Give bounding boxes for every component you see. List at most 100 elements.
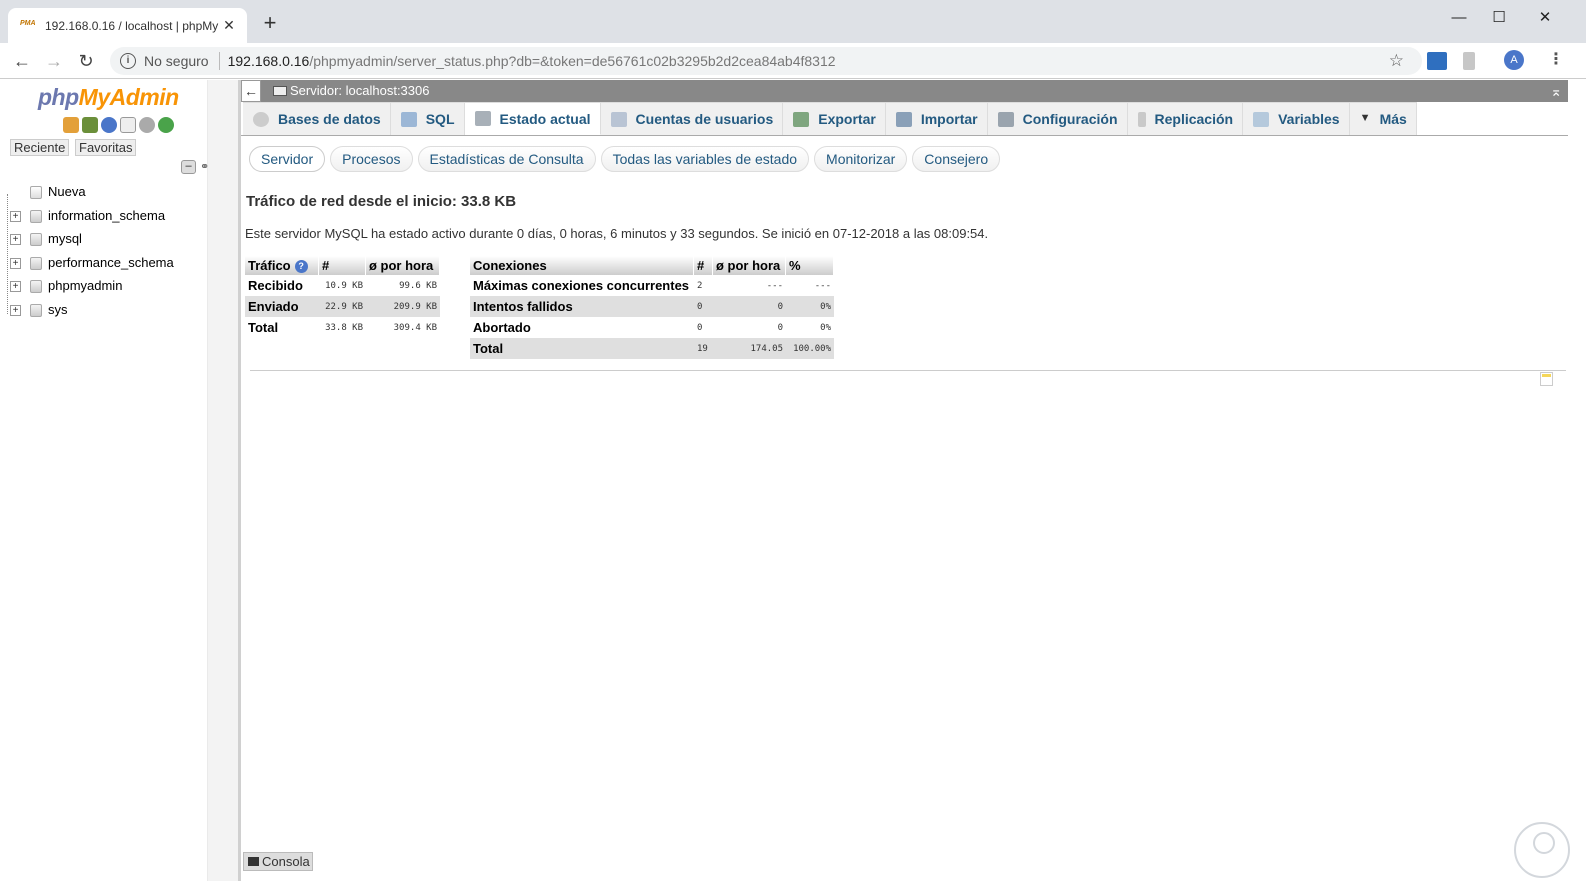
tree-item-label[interactable]: mysql — [48, 231, 82, 246]
settings-gear-icon[interactable] — [139, 117, 155, 133]
tab-sql[interactable]: SQL — [390, 102, 465, 135]
column-header: # — [319, 256, 366, 275]
tree-item-label[interactable]: information_schema — [48, 208, 165, 223]
tab-settings[interactable]: Configuración — [987, 102, 1128, 135]
console-label: Consola — [262, 854, 310, 869]
cell-value: 19 — [694, 338, 713, 359]
cell-value: 0 — [694, 296, 713, 317]
tab-user-accounts[interactable]: Cuentas de usuarios — [600, 102, 784, 135]
tab-status[interactable]: Estado actual — [464, 102, 601, 135]
status-icon — [474, 111, 491, 126]
link-with-main-panel-icon[interactable]: ⚭ — [200, 161, 214, 173]
cell-value: 0 — [694, 317, 713, 338]
collapse-all-icon[interactable]: – — [181, 160, 196, 174]
close-window-button[interactable]: ✕ — [1522, 4, 1568, 32]
phpmyadmin-logo[interactable]: phpMyAdmin — [38, 84, 179, 111]
subtab-server[interactable]: Servidor — [249, 146, 326, 172]
tab-more[interactable]: ▼ Más — [1349, 102, 1417, 135]
back-button[interactable]: ← — [9, 48, 35, 74]
table-row: Total 33.8 KB 309.4 KB — [245, 317, 440, 338]
expand-icon[interactable]: + — [10, 234, 21, 245]
tab-databases[interactable]: Bases de datos — [243, 102, 391, 135]
tree-item-database[interactable]: + information_schema — [8, 204, 198, 228]
subtab-all-status-variables[interactable]: Todas las variables de estado — [600, 146, 810, 172]
help-icon[interactable] — [101, 117, 117, 133]
subtab-monitor[interactable]: Monitorizar — [814, 146, 908, 172]
cell-value: 33.8 KB — [319, 317, 366, 338]
recent-tab[interactable]: Reciente — [10, 139, 70, 156]
divider — [218, 52, 220, 70]
connections-table: Conexiones # ø por hora % Máximas conexi… — [470, 256, 834, 359]
favorites-tab[interactable]: Favoritas — [75, 139, 137, 156]
new-tab-button[interactable]: + — [258, 11, 282, 35]
expand-icon[interactable]: + — [10, 304, 21, 316]
tree-item-database[interactable]: + sys — [8, 298, 198, 322]
close-tab-icon[interactable]: ✕ — [221, 17, 237, 34]
column-header: % — [786, 256, 834, 275]
notes-icon[interactable] — [1540, 372, 1553, 386]
watermark-logo — [1514, 822, 1570, 878]
cell-value: --- — [786, 275, 834, 296]
server-label[interactable]: Servidor: localhost:3306 — [290, 80, 429, 102]
column-header: ø por hora — [366, 256, 440, 275]
logout-icon[interactable] — [82, 117, 98, 133]
expand-icon[interactable]: + — [10, 257, 21, 269]
info-icon[interactable]: i — [120, 53, 136, 69]
replication-icon — [1137, 111, 1146, 127]
forward-button[interactable]: → — [41, 48, 67, 74]
column-header: Tráfico? — [245, 256, 319, 275]
browser-tab[interactable]: PMA 192.168.0.16 / localhost | phpMy ✕ — [8, 8, 247, 43]
cell-value: 99.6 KB — [366, 275, 440, 296]
maximize-window-button[interactable]: ☐ — [1476, 4, 1522, 32]
tree-item-label[interactable]: sys — [48, 302, 68, 317]
cell-value: 0 — [713, 296, 786, 317]
tree-item-database[interactable]: + performance_schema — [8, 251, 198, 275]
subtab-query-statistics[interactable]: Estadísticas de Consulta — [417, 146, 596, 172]
browser-menu-icon[interactable]: ⋮ — [1548, 49, 1564, 71]
tab-variables[interactable]: Variables — [1243, 102, 1350, 135]
tree-item-new[interactable]: Nueva — [8, 180, 198, 204]
docs-icon[interactable] — [120, 117, 136, 133]
url-host[interactable]: 192.168.0.16 — [228, 53, 310, 69]
console-toggle-button[interactable]: Consola — [243, 852, 313, 871]
server-breadcrumb[interactable]: Servidor: localhost:3306 — [273, 80, 429, 102]
collapse-top-icon[interactable]: ⌅ — [1550, 80, 1562, 102]
subtab-processes[interactable]: Procesos — [330, 146, 413, 172]
navigation-divider[interactable] — [238, 80, 241, 881]
table-row: Total 19 174.05 100.00% — [470, 338, 834, 359]
navigation-resizer[interactable] — [207, 80, 240, 881]
column-header: Conexiones — [470, 256, 694, 275]
tree-item-label[interactable]: phpmyadmin — [48, 278, 122, 293]
collapse-navigation-button[interactable]: ← — [241, 80, 261, 102]
home-icon[interactable] — [63, 117, 79, 133]
tree-item-database[interactable]: + mysql — [8, 227, 198, 251]
tree-item-label[interactable]: Nueva — [48, 184, 86, 199]
row-label: Recibido — [245, 275, 319, 296]
tree-item-database[interactable]: + phpmyadmin — [8, 274, 198, 298]
sql-icon — [400, 111, 417, 127]
cast-extension-icon[interactable] — [1427, 52, 1447, 70]
reload-navigation-icon[interactable] — [158, 117, 174, 133]
url-path[interactable]: /phpmyadmin/server_status.php?db=&token=… — [309, 53, 835, 69]
help-icon[interactable]: ? — [294, 260, 308, 274]
database-icon — [30, 233, 42, 246]
divider — [250, 370, 1566, 371]
subtab-advisor[interactable]: Consejero — [912, 146, 1001, 172]
table-row: Enviado 22.9 KB 209.9 KB — [245, 296, 440, 317]
expand-icon[interactable]: + — [10, 281, 21, 292]
bookmark-star-icon[interactable]: ☆ — [1389, 51, 1404, 71]
tab-replication[interactable]: Replicación — [1127, 102, 1244, 135]
address-bar[interactable]: i No seguro 192.168.0.16 /phpmyadmin/ser… — [110, 47, 1422, 75]
expand-icon[interactable]: + — [10, 210, 21, 222]
tab-import[interactable]: Importar — [885, 102, 988, 135]
cell-value: 309.4 KB — [366, 317, 440, 338]
tab-export[interactable]: Exportar — [783, 102, 886, 135]
tree-item-label[interactable]: performance_schema — [48, 255, 174, 270]
security-label[interactable]: No seguro — [144, 53, 209, 69]
new-database-icon — [30, 186, 42, 199]
extension-icon[interactable] — [1463, 52, 1475, 70]
row-label: Máximas conexiones concurrentes — [470, 275, 694, 296]
reload-button[interactable]: ↻ — [73, 48, 99, 74]
cell-value: 10.9 KB — [319, 275, 366, 296]
profile-avatar[interactable]: A — [1504, 50, 1524, 70]
